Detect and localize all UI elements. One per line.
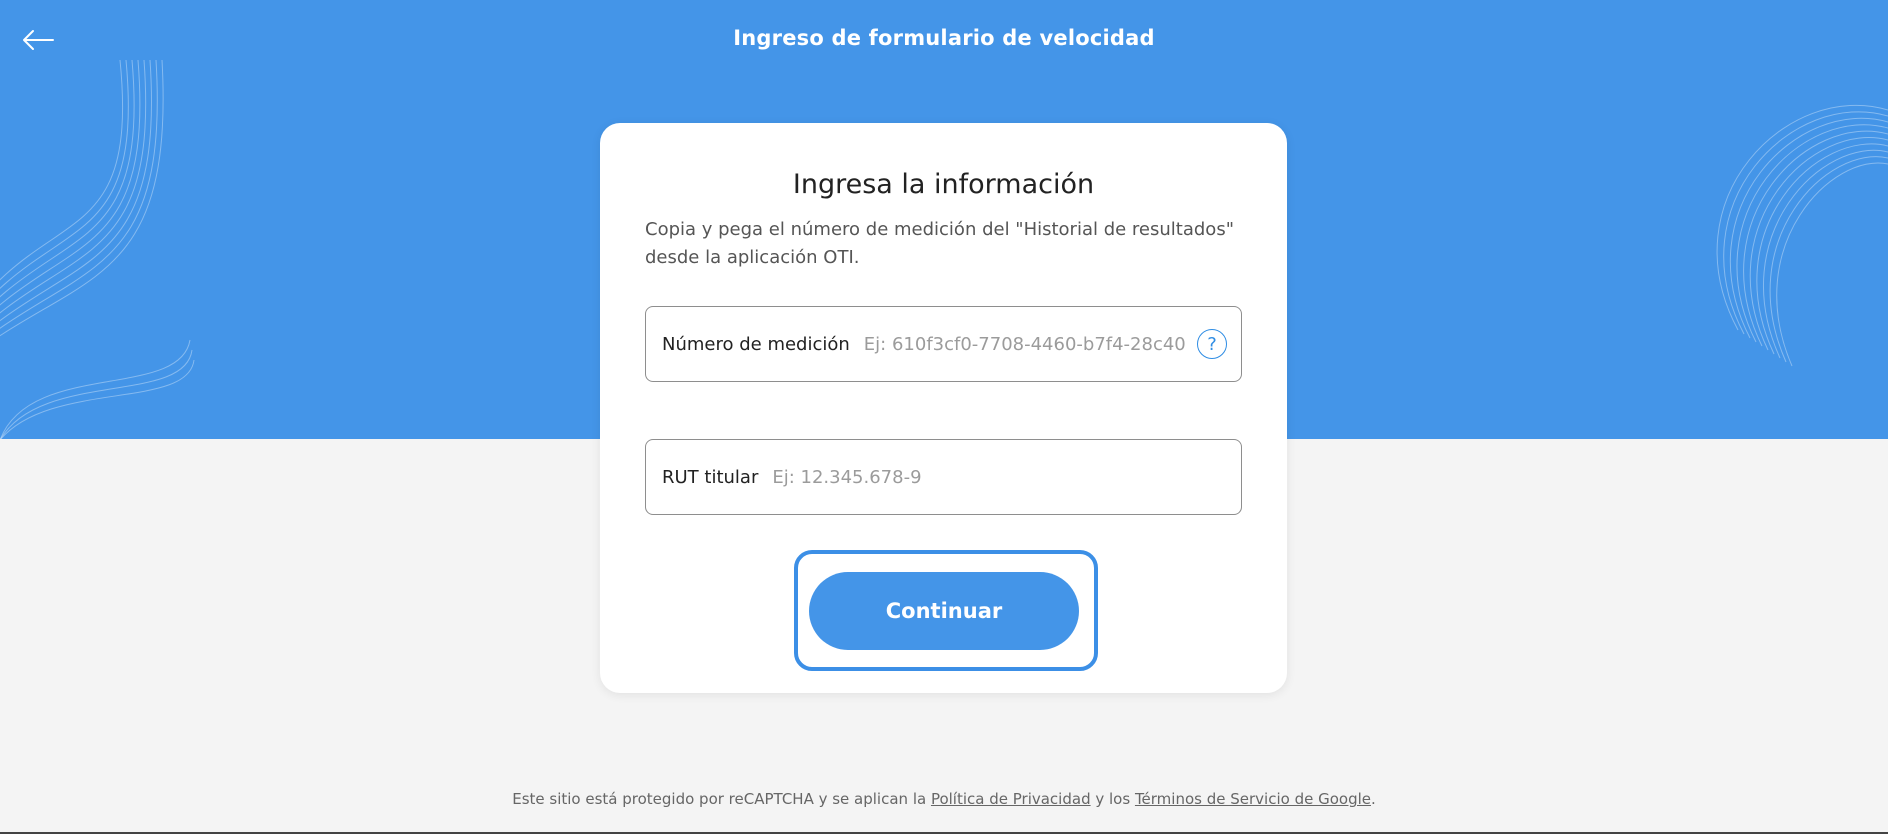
rut-label: RUT titular [662, 466, 759, 488]
question-circle-icon[interactable]: ? [1197, 329, 1227, 359]
footer-text-before: Este sitio está protegido por reCAPTCHA … [512, 790, 931, 808]
footer-text-after: . [1370, 790, 1376, 808]
form-card: Ingresa la información Copia y pega el n… [600, 123, 1287, 693]
wave-decoration-left [0, 59, 195, 439]
card-description: Copia y pega el número de medición del "… [645, 219, 1234, 268]
card-title: Ingresa la información [792, 169, 1095, 200]
page: Ingreso de formulario de velocidad Ingre… [0, 0, 1888, 834]
measurement-input[interactable] [861, 332, 1189, 356]
terms-of-service-link[interactable]: Términos de Servicio de Google [1135, 790, 1371, 808]
wave-decoration-right [1716, 104, 1888, 367]
footer-text-middle: y los [1090, 790, 1135, 808]
continue-button[interactable]: Continuar [809, 572, 1079, 650]
page-title: Ingreso de formulario de velocidad [733, 26, 1155, 50]
recaptcha-footer: Este sitio está protegido por reCAPTCHA … [0, 790, 1888, 808]
measurement-field[interactable]: Número de medición ? [645, 306, 1242, 382]
rut-field[interactable]: RUT titular [645, 439, 1242, 515]
rut-input[interactable] [770, 465, 1227, 489]
measurement-label: Número de medición [662, 333, 850, 355]
privacy-policy-link[interactable]: Política de Privacidad [931, 790, 1091, 808]
